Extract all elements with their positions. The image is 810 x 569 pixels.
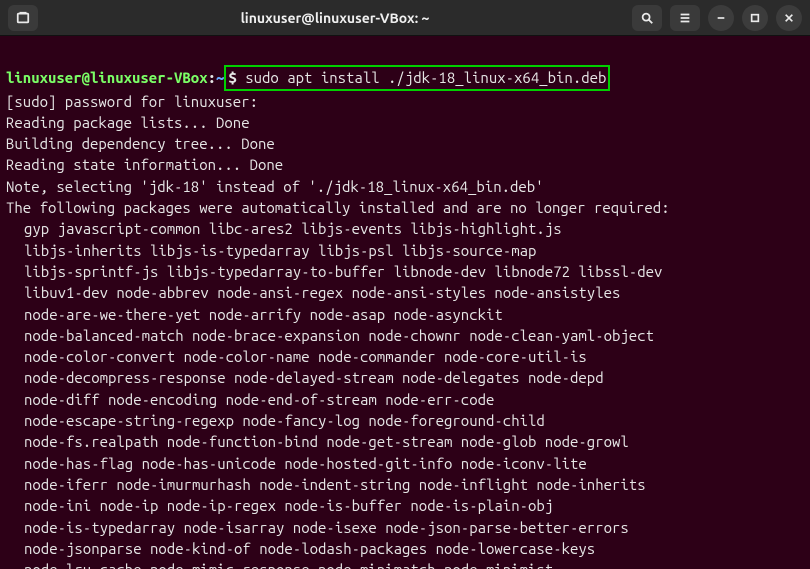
prompt-line: linuxuser@linuxuser-VBox:~$ sudo apt ins…: [6, 69, 610, 86]
package-line: gyp javascript-common libc-ares2 libjs-e…: [6, 218, 804, 239]
package-line: node-ini node-ip node-ip-regex node-is-b…: [6, 495, 804, 516]
command-text: sudo apt install ./jdk-18_linux-x64_bin.…: [245, 69, 606, 86]
hamburger-menu-button[interactable]: [670, 5, 700, 31]
package-line: libuv1-dev node-abbrev node-ansi-regex n…: [6, 282, 804, 303]
package-line: node-lru-cache node-mimic-response node-…: [6, 559, 804, 569]
output-line: Note, selecting 'jdk-18' instead of './j…: [6, 178, 544, 195]
package-line: node-iferr node-imurmurhash node-indent-…: [6, 474, 804, 495]
output-line: Reading state information... Done: [6, 156, 283, 173]
terminal-body[interactable]: linuxuser@linuxuser-VBox:~$ sudo apt ins…: [0, 36, 810, 569]
output-line: Reading package lists... Done: [6, 114, 250, 131]
prompt-sep: :: [208, 69, 216, 86]
package-line: node-escape-string-regexp node-fancy-log…: [6, 410, 804, 431]
output-line: The following packages were automaticall…: [6, 199, 670, 216]
window-title: linuxuser@linuxuser-VBox: ~: [46, 10, 624, 26]
close-button[interactable]: [776, 5, 802, 31]
package-line: node-balanced-match node-brace-expansion…: [6, 325, 804, 346]
highlighted-command: $ sudo apt install ./jdk-18_linux-x64_bi…: [224, 65, 610, 90]
package-line: node-is-typedarray node-isarray node-ise…: [6, 517, 804, 538]
package-line: node-decompress-response node-delayed-st…: [6, 367, 804, 388]
package-line: node-are-we-there-yet node-arrify node-a…: [6, 304, 804, 325]
minimize-button[interactable]: [708, 5, 734, 31]
package-line: node-color-convert node-color-name node-…: [6, 346, 804, 367]
package-line: node-jsonparse node-kind-of node-lodash-…: [6, 538, 804, 559]
maximize-button[interactable]: [742, 5, 768, 31]
output-line: [sudo] password for linuxuser:: [6, 93, 258, 110]
prompt-path: ~: [216, 69, 224, 86]
package-line: libjs-inherits libjs-is-typedarray libjs…: [6, 240, 804, 261]
new-tab-button[interactable]: [8, 5, 38, 31]
prompt-user-host: linuxuser@linuxuser-VBox: [6, 69, 208, 86]
package-line: node-diff node-encoding node-end-of-stre…: [6, 389, 804, 410]
prompt-dollar: $: [228, 69, 245, 86]
titlebar: linuxuser@linuxuser-VBox: ~: [0, 0, 810, 36]
search-button[interactable]: [632, 5, 662, 31]
package-line: libjs-sprintf-js libjs-typedarray-to-buf…: [6, 261, 804, 282]
package-line: node-fs.realpath node-function-bind node…: [6, 431, 804, 452]
output-line: Building dependency tree... Done: [6, 135, 275, 152]
package-line: node-has-flag node-has-unicode node-host…: [6, 453, 804, 474]
